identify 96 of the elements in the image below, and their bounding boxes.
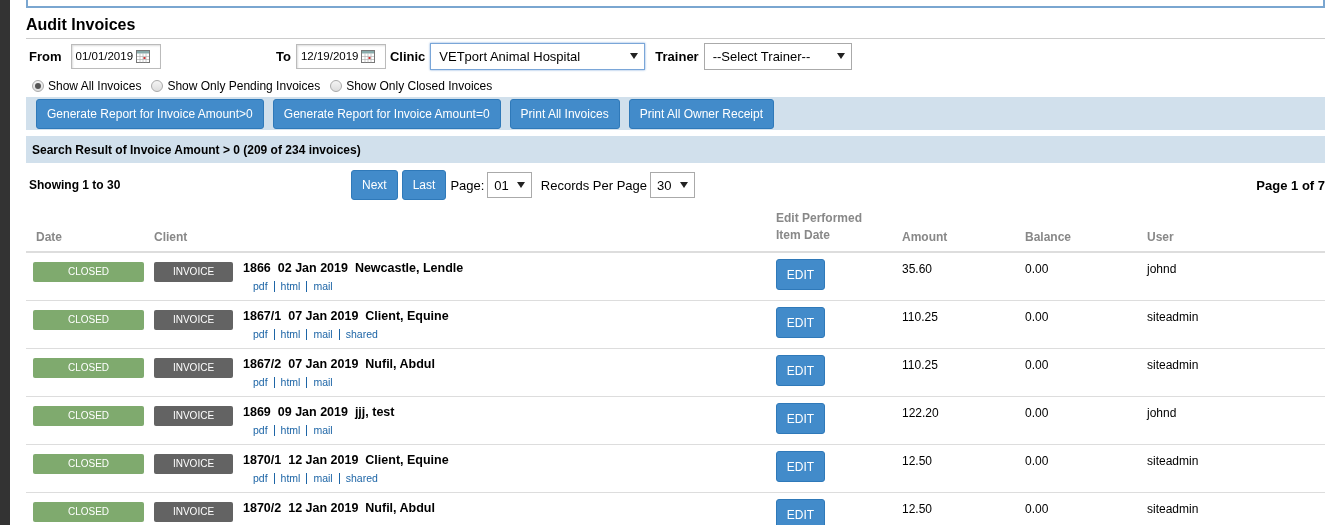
records-label: Records Per Page [540,177,648,193]
edit-button[interactable]: EDIT [776,499,825,525]
document-link[interactable]: shared [338,473,384,484]
action-button[interactable]: Print All Invoices [509,98,620,129]
dropdown[interactable]: --Select Trainer-- [703,42,852,70]
page-info: Page 1 of 7 [1256,177,1325,193]
date-field[interactable]: 12/19/2019 [295,43,386,69]
document-link[interactable]: pdf [253,473,274,484]
records-select[interactable]: 30 [650,172,695,198]
dropdown-caret-icon [836,53,845,59]
date-field[interactable]: 01/01/2019 [70,43,161,69]
document-link[interactable]: shared [338,329,384,340]
status-badge: CLOSED [33,358,144,378]
user-cell-text: siteadmin [1147,357,1200,374]
edit-button[interactable]: EDIT [776,403,825,434]
dropdown-caret-icon [516,182,525,188]
field-label: From [29,48,62,64]
action-button[interactable]: Print All Owner Receipt [628,98,775,129]
status-badge: CLOSED [33,262,144,282]
last-button[interactable]: Last [401,170,447,200]
result-title: Search Result of Invoice Amount > 0 (209 of 234 invoices) [26,136,1325,163]
type-badge: INVOICE [154,454,233,474]
page-label: Page: [450,177,485,193]
document-link[interactable]: pdf [253,281,274,292]
page-title: Audit Invoices [26,16,1325,39]
amount-cell-text: 110.25 [902,309,939,326]
column-header: Amount [902,230,949,244]
balance-cell-text: 0.00 [1025,501,1050,518]
user-cell-text: siteadmin [1147,501,1200,518]
balance-cell-text: 0.00 [1025,453,1050,470]
dropdown-caret-icon [679,182,688,188]
document-link[interactable]: html [273,377,307,388]
column-header: Date [35,230,63,244]
column-header: Edit Performed Item Date [776,210,863,244]
field-label: To [276,48,291,64]
user-cell-text: siteadmin [1147,453,1200,470]
document-link[interactable]: html [273,473,307,484]
dropdown[interactable]: VETport Animal Hospital [430,42,646,70]
calendar-icon[interactable] [136,49,151,63]
document-link[interactable]: pdf [253,377,274,388]
dropdown-caret-icon [630,53,639,59]
invoice-title: 1870/2 12 Jan 2019 Nufil, Abdul [243,501,435,515]
balance-cell-text: 0.00 [1025,405,1050,422]
status-badge: CLOSED [33,406,144,426]
amount-cell-text: 12.50 [902,453,934,470]
status-badge: CLOSED [33,502,144,522]
document-link[interactable]: html [273,425,307,436]
radio-option[interactable]: Show Only Pending Invoices [151,79,321,93]
column-header: User [1147,230,1175,244]
user-cell-text: siteadmin [1147,309,1200,326]
type-badge: INVOICE [154,310,233,330]
radio-option[interactable]: Show Only Closed Invoices [330,79,493,93]
type-badge: INVOICE [154,358,233,378]
column-header: Client [154,230,189,244]
invoice-title: 1867/2 07 Jan 2019 Nufil, Abdul [243,357,435,371]
amount-cell-text: 12.50 [902,501,934,518]
type-badge: INVOICE [154,502,233,522]
document-link[interactable]: mail [306,377,339,388]
invoice-title: 1866 02 Jan 2019 Newcastle, Lendle [243,261,464,275]
document-link[interactable]: mail [306,329,339,340]
amount-cell-text: 110.25 [902,357,939,374]
showing-text: Showing 1 to 30 [28,178,122,192]
radio-option[interactable]: Show All Invoices [32,79,142,93]
document-link[interactable]: mail [306,281,339,292]
user-cell-text: johnd [1147,405,1178,422]
edit-button[interactable]: EDIT [776,259,825,290]
document-link[interactable]: mail [306,425,339,436]
status-badge: CLOSED [33,454,144,474]
column-header: Balance [1025,230,1073,244]
amount-cell-text: 122.20 [902,405,940,422]
invoice-title: 1869 09 Jan 2019 jjj, test [243,405,395,419]
document-link[interactable]: mail [306,473,339,484]
next-button[interactable]: Next [351,170,398,200]
edit-button[interactable]: EDIT [776,355,825,386]
action-button[interactable]: Generate Report for Invoice Amount>0 [36,98,264,129]
page-select[interactable]: 01 [487,172,532,198]
type-badge: INVOICE [154,262,233,282]
document-link[interactable]: html [273,329,307,340]
status-badge: CLOSED [33,310,144,330]
balance-cell-text: 0.00 [1025,309,1050,326]
user-cell-text: johnd [1147,261,1178,278]
type-badge: INVOICE [154,406,233,426]
edit-button[interactable]: EDIT [776,451,825,482]
field-label: Clinic [389,48,426,64]
document-link[interactable]: html [273,281,307,292]
invoice-title: 1867/1 07 Jan 2019 Client, Equine [243,309,449,323]
document-link[interactable]: pdf [253,329,274,340]
calendar-icon[interactable] [361,49,376,63]
field-label: Trainer [655,48,699,64]
document-link[interactable]: pdf [253,425,274,436]
action-button[interactable]: Generate Report for Invoice Amount=0 [272,98,501,129]
balance-cell-text: 0.00 [1025,261,1050,278]
edit-button[interactable]: EDIT [776,307,825,338]
balance-cell-text: 0.00 [1025,357,1050,374]
invoice-title: 1870/1 12 Jan 2019 Client, Equine [243,453,449,467]
amount-cell-text: 35.60 [902,261,934,278]
